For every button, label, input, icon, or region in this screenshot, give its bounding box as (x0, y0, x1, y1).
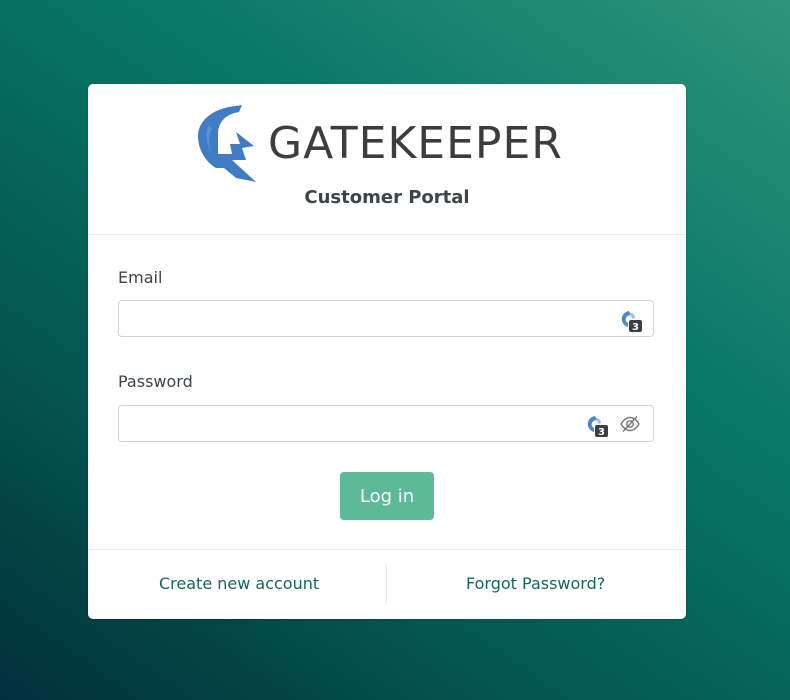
brand-logo: GATEKEEPER (196, 104, 581, 184)
footer-divider (386, 565, 387, 603)
page-subtitle: Customer Portal (304, 187, 470, 208)
login-button[interactable]: Log in (340, 472, 434, 520)
password-manager-badge: 3 (632, 322, 639, 333)
password-input[interactable] (119, 406, 599, 441)
password-manager-icon[interactable]: 3 (619, 309, 643, 333)
brand-wordmark: GATEKEEPER (268, 118, 563, 169)
create-account-link[interactable]: Create new account (159, 574, 319, 593)
email-input[interactable] (119, 301, 599, 336)
email-label: Email (118, 268, 163, 287)
login-card: GATEKEEPER Customer Portal Email 3 Passw… (88, 84, 686, 619)
eye-slash-icon[interactable] (620, 415, 640, 433)
spartan-helmet-icon (198, 105, 256, 182)
password-manager-icon[interactable]: 3 (585, 414, 609, 438)
card-header: GATEKEEPER Customer Portal (88, 84, 686, 235)
card-footer: Create new account Forgot Password? (88, 549, 686, 619)
email-field-wrapper: 3 (118, 300, 654, 337)
forgot-password-link[interactable]: Forgot Password? (466, 574, 605, 593)
password-label: Password (118, 372, 193, 391)
password-manager-badge: 3 (598, 427, 605, 438)
password-field-wrapper: 3 (118, 405, 654, 442)
